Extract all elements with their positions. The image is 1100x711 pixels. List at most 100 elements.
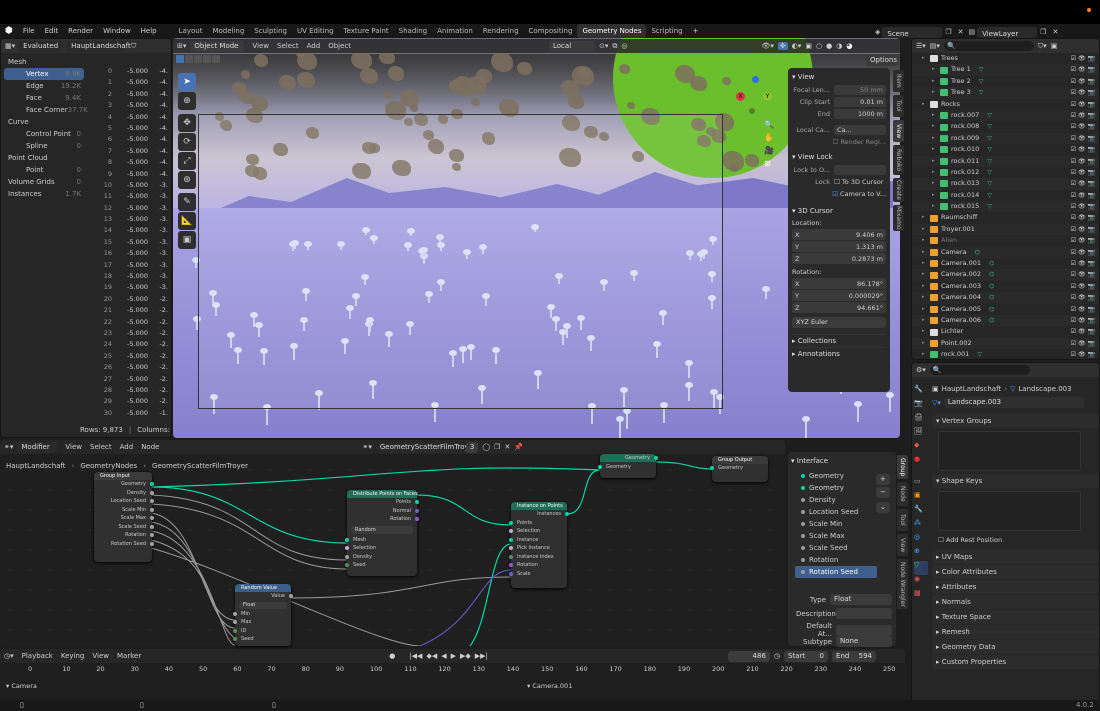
output-tab-icon[interactable]: 🖨 bbox=[914, 413, 928, 427]
overlays-icon[interactable]: ◐▾ bbox=[792, 42, 802, 50]
sidebar-tab-mixamo[interactable]: Mixamo bbox=[893, 205, 904, 231]
outliner-item-rock-007[interactable]: ▸ rock.007 ▽ ☑ 👁 📷 bbox=[912, 109, 1099, 122]
view-lock-header[interactable]: ▾ View Lock bbox=[792, 151, 886, 164]
navigation-gizmo[interactable]: X Y bbox=[736, 76, 776, 116]
shape-keys-list[interactable] bbox=[938, 491, 1081, 531]
sidebar-tab-item[interactable]: Item bbox=[893, 70, 904, 92]
table-row[interactable]: 27 -5.000 -2. bbox=[88, 374, 168, 385]
workspace-tab-layout[interactable]: Layout bbox=[174, 24, 208, 38]
workspace-tab-geometry-nodes[interactable]: Geometry Nodes bbox=[577, 24, 647, 38]
interface-item-geometry[interactable]: Geometry bbox=[795, 482, 877, 494]
workspace-tab-scripting[interactable]: Scripting bbox=[646, 24, 687, 38]
render-region-checkbox[interactable]: ☐ Render Regi... bbox=[792, 136, 886, 148]
visibility-toggle-icon[interactable]: ☑ 👁 📷 bbox=[1071, 247, 1095, 258]
scale-tool-icon[interactable]: ⤢ bbox=[178, 152, 196, 170]
section-attributes[interactable]: ▸ Attributes bbox=[932, 580, 1099, 594]
table-row[interactable]: 30 -5.000 -1. bbox=[88, 408, 168, 419]
socket-min[interactable]: Min bbox=[233, 610, 291, 619]
subtype-dropdown[interactable]: None bbox=[836, 636, 892, 647]
geometry-node-input[interactable]: Geometry bbox=[598, 463, 656, 472]
socket-scale-min[interactable]: Scale Min bbox=[94, 506, 154, 515]
viewport-menu-object[interactable]: Object bbox=[324, 42, 355, 50]
properties-type-icon[interactable]: ⚙▾ bbox=[916, 366, 926, 374]
workspace-tab-uv-editing[interactable]: UV Editing bbox=[292, 24, 339, 38]
node-editor[interactable]: ⚭▾ Modifier View Select Add Node ⚭▾ Geometr… bbox=[0, 440, 785, 646]
domain-curve[interactable]: Curve bbox=[4, 116, 84, 128]
marker-camera-001[interactable]: ▾ Camera.001 bbox=[527, 682, 572, 690]
select-extend-icon[interactable] bbox=[185, 55, 193, 63]
domain-point[interactable]: Point 0 bbox=[4, 164, 84, 176]
default-attribute-field[interactable] bbox=[836, 624, 892, 636]
workspace-tab-sculpting[interactable]: Sculpting bbox=[249, 24, 292, 38]
jump-start-icon[interactable]: |◀◀ bbox=[409, 652, 422, 660]
sidebar-tab-reboko[interactable]: Reboko bbox=[893, 145, 904, 175]
collection-tab-icon[interactable]: ▭ bbox=[914, 477, 928, 491]
ortho-toggle-icon[interactable]: ⊞ bbox=[764, 159, 775, 170]
rotation-mode-dropdown[interactable]: XYZ Euler bbox=[792, 317, 886, 328]
visibility-toggle-icon[interactable]: ☑ 👁 📷 bbox=[1071, 315, 1095, 326]
clip-end-row[interactable]: End 1000 m bbox=[792, 108, 886, 120]
rotate-tool-icon[interactable]: ⟳ bbox=[178, 133, 196, 151]
table-row[interactable]: 21 -5.000 -2. bbox=[88, 305, 168, 316]
expand-arrow-icon[interactable]: ▸ bbox=[932, 64, 940, 75]
visibility-toggle-icon[interactable]: ☑ 👁 📷 bbox=[1071, 178, 1095, 189]
outliner-item-camera-004[interactable]: ▸ Camera.004 ⌬ ☑ 👁 📷 bbox=[912, 292, 1099, 304]
expand-arrow-icon[interactable]: ▸ bbox=[922, 224, 930, 235]
outliner-item-rock-012[interactable]: ▸ rock.012 ▽ ☑ 👁 📷 bbox=[912, 167, 1099, 178]
socket-mesh[interactable]: Mesh bbox=[345, 536, 417, 545]
table-row[interactable]: 2 -5.000 -4. bbox=[88, 89, 168, 100]
visibility-toggle-icon[interactable]: ☑ 👁 📷 bbox=[1071, 269, 1095, 280]
menu-render[interactable]: Render bbox=[63, 24, 98, 38]
outliner-item-rock-011[interactable]: ▸ rock.011 ▽ ☑ 👁 📷 bbox=[912, 155, 1099, 167]
socket-scale-seed[interactable]: Scale Seed bbox=[94, 523, 154, 532]
section-geometry-data[interactable]: ▸ Geometry Data bbox=[932, 640, 1099, 654]
node-tab-view[interactable]: View bbox=[897, 534, 908, 556]
expand-arrow-icon[interactable]: ▸ bbox=[922, 258, 930, 269]
display-mode-icon[interactable]: ▤▾ bbox=[930, 42, 940, 50]
visibility-toggle-icon[interactable]: ☑ 👁 📷 bbox=[1071, 133, 1095, 144]
jump-key-forward-icon[interactable]: ▶◆ bbox=[460, 652, 471, 660]
3d-cursor-header[interactable]: ▾ 3D Cursor bbox=[792, 205, 886, 218]
scene-browse-icon[interactable]: ❐ bbox=[942, 25, 954, 39]
cursor-rotation-x[interactable]: X 86.178° bbox=[792, 278, 886, 289]
outliner-item-rocks[interactable]: ▸ Rocks ☑ 👁 📷 bbox=[912, 99, 1099, 110]
shading-material-icon[interactable]: ◑ bbox=[836, 42, 842, 50]
node-tab-group[interactable]: Group bbox=[897, 455, 908, 479]
socket-instance[interactable]: Instance bbox=[509, 536, 567, 545]
outliner-item-rock-010[interactable]: ▸ rock.010 ▽ ☑ 👁 📷 bbox=[912, 144, 1099, 155]
new-collection-icon[interactable]: ▣ bbox=[1051, 42, 1058, 50]
outliner-item-camera-005[interactable]: ▸ Camera.005 ⌬ ☑ 👁 📷 bbox=[912, 304, 1099, 315]
outliner-item-lichter[interactable]: ▸ Lichter ☑ 👁 📷 bbox=[912, 326, 1099, 337]
expand-arrow-icon[interactable]: ▸ bbox=[932, 190, 940, 201]
socket-geometry[interactable]: Geometry bbox=[94, 480, 154, 489]
outliner-item-tree-3[interactable]: ▸ Tree 3 ▽ ☑ 👁 📷 bbox=[912, 87, 1099, 99]
domain-edge[interactable]: Edge 19.2K bbox=[4, 80, 84, 92]
cursor-rotation-y[interactable]: Y 0.000029° bbox=[792, 290, 886, 301]
timeline-type-icon[interactable]: ◷▾ bbox=[4, 652, 14, 660]
visibility-toggle-icon[interactable]: ☑ 👁 📷 bbox=[1071, 121, 1095, 132]
timeline-menu-playback[interactable]: Playback bbox=[18, 652, 57, 660]
interface-header[interactable]: ▾ Interface bbox=[791, 455, 893, 468]
interface-item-geometry[interactable]: Geometry bbox=[795, 470, 877, 482]
socket-density[interactable]: Density bbox=[345, 553, 417, 562]
gizmo-y-axis-icon[interactable]: Y bbox=[763, 92, 772, 101]
autokey-icon[interactable]: ● bbox=[389, 652, 395, 660]
socket-points[interactable]: Points bbox=[509, 519, 567, 528]
visibility-toggle-icon[interactable]: ☑ 👁 📷 bbox=[1071, 304, 1095, 315]
menu-edit[interactable]: Edit bbox=[40, 24, 64, 38]
add-socket-button[interactable]: + bbox=[876, 474, 890, 485]
expand-arrow-icon[interactable]: ▸ bbox=[922, 315, 930, 326]
table-row[interactable]: 10 -5.000 -3. bbox=[88, 180, 168, 191]
select-box-tool-icon[interactable]: ➤ bbox=[178, 73, 196, 91]
outliner-item-rock-015[interactable]: ▸ rock.015 ▽ ☑ 👁 📷 bbox=[912, 201, 1099, 213]
table-row[interactable]: 5 -5.000 -4. bbox=[88, 123, 168, 134]
visibility-toggle-icon[interactable]: ☑ 👁 📷 bbox=[1071, 110, 1095, 121]
socket-instances[interactable]: Instances bbox=[511, 510, 569, 519]
world-tab-icon[interactable]: ● bbox=[914, 455, 928, 469]
add-rest-position-checkbox[interactable]: ☐ Add Rest Position bbox=[932, 534, 1099, 546]
outliner-item-rock-008[interactable]: ▸ rock.008 ▽ ☑ 👁 📷 bbox=[912, 121, 1099, 132]
table-row[interactable]: 12 -5.000 -3. bbox=[88, 203, 168, 214]
visibility-toggle-icon[interactable]: ☑ 👁 📷 bbox=[1071, 156, 1095, 167]
table-row[interactable]: 8 -5.000 -4. bbox=[88, 157, 168, 168]
table-row[interactable]: 19 -5.000 -3. bbox=[88, 282, 168, 293]
